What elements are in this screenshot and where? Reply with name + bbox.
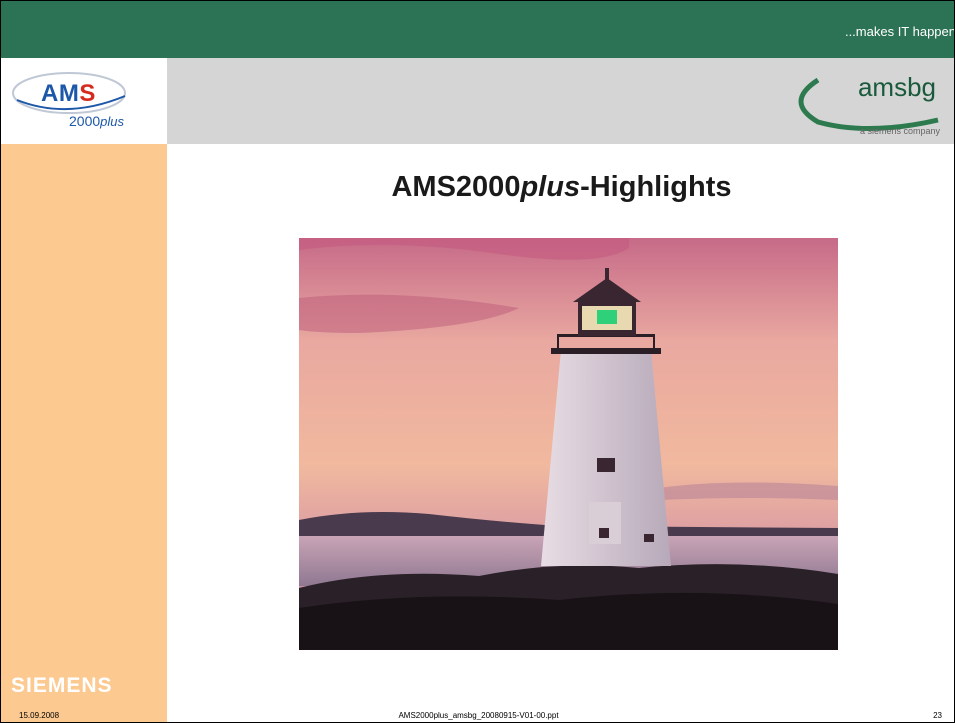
slide-frame: ...makes IT happen AMS 2000plus amsbg a … <box>0 0 955 723</box>
amsbg-logo: amsbg a siemens company <box>788 72 948 144</box>
amsbg-subtitle: a siemens company <box>859 126 940 136</box>
ams-wordmark: AMS <box>41 80 96 107</box>
tagline: ...makes IT happen <box>844 24 955 39</box>
ams2000plus-logo: AMS 2000plus <box>1 58 167 144</box>
amsbg-wordmark: amsbg <box>857 72 936 102</box>
ams-version: 2000plus <box>69 113 125 129</box>
siemens-logo: SIEMENS <box>11 674 113 697</box>
lighthouse-photo <box>299 238 838 650</box>
footer-filename: AMS2000plus_amsbg_20080915-V01-00.ppt <box>398 711 559 720</box>
page-number: 23 <box>933 711 942 720</box>
header-band: amsbg a siemens company <box>167 58 954 144</box>
sidebar: SIEMENS <box>1 144 167 722</box>
top-bar: ...makes IT happen <box>1 1 955 58</box>
slide-title: AMS2000plus-Highlights <box>391 171 732 203</box>
